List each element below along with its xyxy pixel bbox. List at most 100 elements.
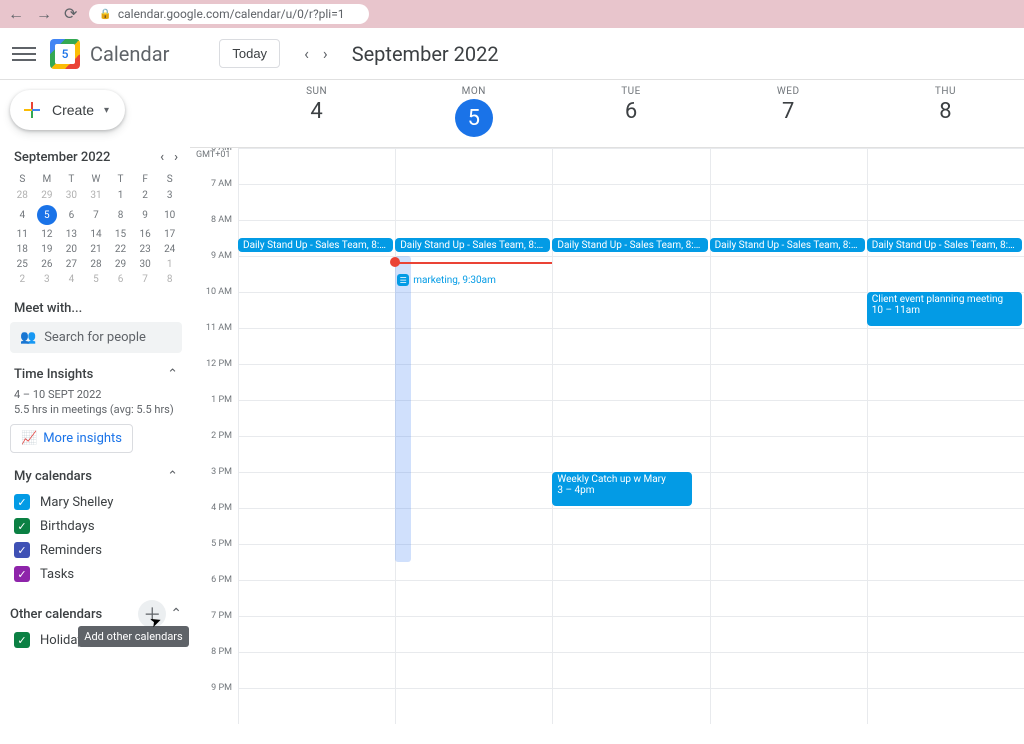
grid-cell[interactable]	[395, 472, 552, 508]
grid-cell[interactable]	[552, 328, 709, 364]
grid-cell[interactable]	[867, 580, 1024, 616]
event-standup[interactable]: Daily Stand Up - Sales Team, 8:30am	[552, 238, 707, 252]
grid-cell[interactable]	[552, 616, 709, 652]
search-people-input[interactable]: 👥 Search for people	[10, 322, 182, 353]
grid-cell[interactable]	[238, 652, 395, 688]
grid-cell[interactable]	[867, 184, 1024, 220]
grid-cell[interactable]	[238, 472, 395, 508]
grid-cell[interactable]	[867, 436, 1024, 472]
grid-cell[interactable]	[395, 148, 552, 184]
grid-cell[interactable]	[867, 544, 1024, 580]
create-button[interactable]: Create ▾	[10, 90, 125, 130]
grid-cell[interactable]	[710, 508, 867, 544]
mini-day[interactable]: 18	[10, 242, 35, 257]
grid-cell[interactable]	[710, 472, 867, 508]
add-other-calendars-button[interactable]: ＋ Add other calendars ➤	[138, 600, 166, 628]
grid-cell[interactable]	[552, 364, 709, 400]
grid-cell[interactable]	[395, 184, 552, 220]
mini-day[interactable]: 4	[59, 272, 84, 287]
grid-cell[interactable]	[238, 616, 395, 652]
day-column-header[interactable]: WED7	[710, 80, 867, 147]
grid-cell[interactable]	[238, 580, 395, 616]
grid-cell[interactable]	[710, 436, 867, 472]
grid-cell[interactable]	[867, 148, 1024, 184]
mini-day[interactable]: 2	[133, 188, 158, 203]
grid-cell[interactable]	[238, 688, 395, 724]
grid-cell[interactable]	[395, 292, 552, 328]
grid-cell[interactable]	[238, 184, 395, 220]
mini-day[interactable]: 15	[108, 227, 133, 242]
mini-day[interactable]: 6	[59, 203, 84, 227]
more-insights-link[interactable]: 📈 More insights	[10, 424, 133, 453]
grid-cell[interactable]	[710, 256, 867, 292]
prev-period-icon[interactable]: ‹	[304, 44, 309, 63]
grid-cell[interactable]	[395, 580, 552, 616]
grid-cell[interactable]	[867, 256, 1024, 292]
day-column-header[interactable]: TUE6	[552, 80, 709, 147]
event-standup[interactable]: Daily Stand Up - Sales Team, 8:30am	[710, 238, 865, 252]
grid-cell[interactable]	[395, 544, 552, 580]
grid-cell[interactable]	[867, 328, 1024, 364]
mini-day[interactable]: 19	[35, 242, 60, 257]
grid-cell[interactable]	[710, 292, 867, 328]
menu-icon[interactable]	[12, 42, 36, 66]
chevron-up-icon[interactable]: ⌃	[167, 469, 178, 484]
grid-cell[interactable]	[552, 148, 709, 184]
chevron-up-icon[interactable]: ⌃	[170, 606, 182, 622]
grid-cell[interactable]	[552, 688, 709, 724]
mini-day[interactable]: 10	[157, 203, 182, 227]
mini-day[interactable]: 8	[108, 203, 133, 227]
mini-day[interactable]: 14	[84, 227, 109, 242]
mini-day[interactable]: 29	[108, 257, 133, 272]
mini-day[interactable]: 12	[35, 227, 60, 242]
grid-cell[interactable]	[552, 292, 709, 328]
event-weekly-catchup[interactable]: Weekly Catch up w Mary3 – 4pm	[552, 472, 691, 506]
grid-cell[interactable]	[552, 544, 709, 580]
grid-cell[interactable]	[710, 364, 867, 400]
mini-day[interactable]: 3	[157, 188, 182, 203]
grid-cell[interactable]	[710, 328, 867, 364]
grid-cell[interactable]	[867, 616, 1024, 652]
grid-cell[interactable]	[867, 364, 1024, 400]
mini-day[interactable]: 22	[108, 242, 133, 257]
grid-cell[interactable]	[238, 436, 395, 472]
mini-next-icon[interactable]: ›	[174, 150, 178, 165]
mini-day[interactable]: 7	[133, 272, 158, 287]
grid-cell[interactable]	[552, 184, 709, 220]
event-client-planning[interactable]: Client event planning meeting10 – 11am	[867, 292, 1022, 326]
grid-cell[interactable]	[238, 400, 395, 436]
mini-day[interactable]: 5	[35, 203, 60, 227]
grid-cell[interactable]	[867, 508, 1024, 544]
calendar-item[interactable]: ✓Tasks	[10, 562, 182, 586]
grid-cell[interactable]	[238, 364, 395, 400]
mini-day[interactable]: 17	[157, 227, 182, 242]
browser-url-bar[interactable]: 🔒 calendar.google.com/calendar/u/0/r?pli…	[89, 4, 369, 24]
event-standup[interactable]: Daily Stand Up - Sales Team, 8:30am	[238, 238, 393, 252]
mini-day[interactable]: 30	[133, 257, 158, 272]
browser-forward-icon[interactable]: →	[36, 6, 52, 22]
grid-cell[interactable]	[710, 652, 867, 688]
next-period-icon[interactable]: ›	[323, 44, 328, 63]
event-standup[interactable]: Daily Stand Up - Sales Team, 8:30am	[867, 238, 1022, 252]
mini-prev-icon[interactable]: ‹	[160, 150, 164, 165]
checkbox-icon[interactable]: ✓	[14, 632, 30, 648]
day-column-header[interactable]: THU8	[867, 80, 1024, 147]
mini-day[interactable]: 30	[59, 188, 84, 203]
mini-day[interactable]: 2	[10, 272, 35, 287]
browser-reload-icon[interactable]: ⟳	[64, 6, 77, 22]
mini-day[interactable]: 3	[35, 272, 60, 287]
grid-cell[interactable]	[552, 256, 709, 292]
mini-day[interactable]: 11	[10, 227, 35, 242]
grid-cell[interactable]	[552, 580, 709, 616]
grid-cell[interactable]	[552, 400, 709, 436]
mini-day[interactable]: 26	[35, 257, 60, 272]
calendar-item[interactable]: ✓Mary Shelley	[10, 490, 182, 514]
mini-day[interactable]: 13	[59, 227, 84, 242]
grid-cell[interactable]	[710, 616, 867, 652]
event-standup[interactable]: Daily Stand Up - Sales Team, 8:30am	[395, 238, 550, 252]
mini-day[interactable]: 1	[108, 188, 133, 203]
grid-cell[interactable]	[238, 256, 395, 292]
grid-cell[interactable]	[395, 508, 552, 544]
grid-cell[interactable]	[710, 400, 867, 436]
calendar-item[interactable]: ✓Birthdays	[10, 514, 182, 538]
